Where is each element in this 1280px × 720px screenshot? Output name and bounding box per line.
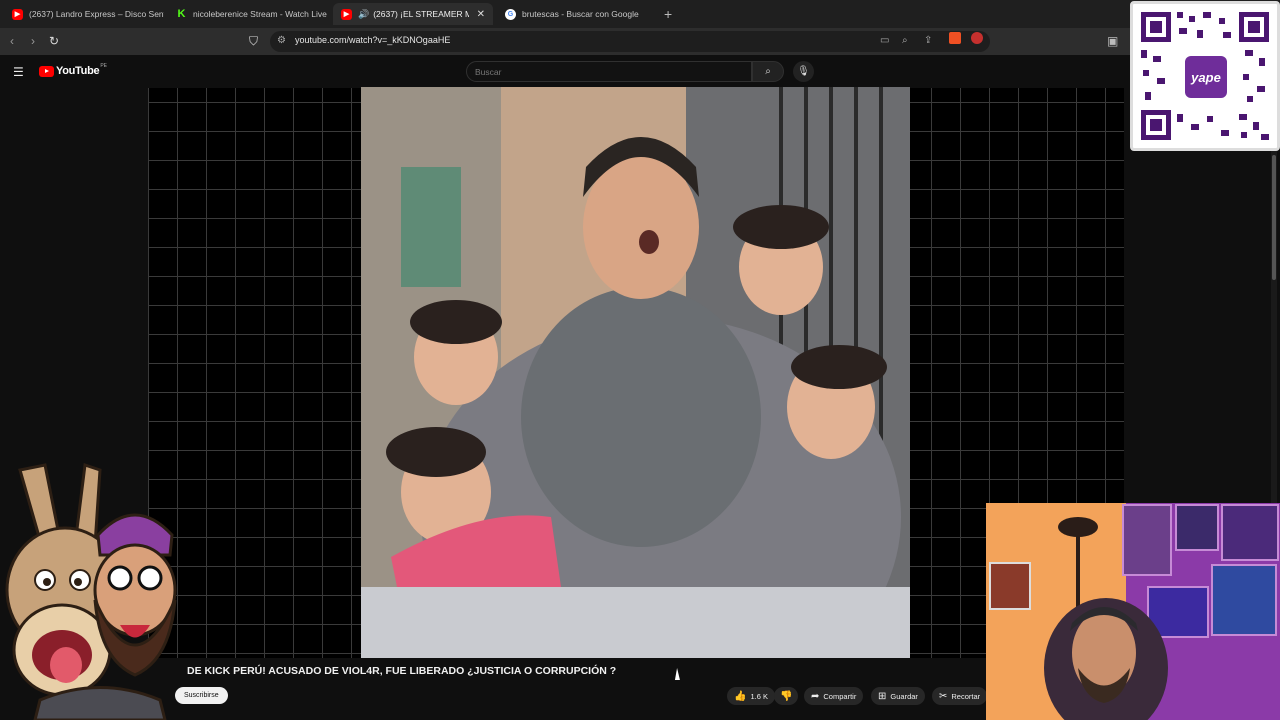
- tab-streamer-video[interactable]: ▶ 🔊 (2637) ¡EL STREAMER MÁS EN ✕: [333, 3, 493, 25]
- microphone-icon: 🎙: [797, 66, 810, 77]
- share-arrow-icon: ➦: [811, 690, 820, 702]
- search-placeholder: Buscar: [475, 67, 502, 77]
- close-tab-icon[interactable]: ✕: [477, 9, 485, 20]
- like-button[interactable]: 👍 1.6 K: [727, 687, 775, 705]
- tab-label: nicoleberenice Stream - Watch Live o: [193, 9, 328, 19]
- share-button[interactable]: ➦ Compartir: [804, 687, 864, 705]
- tab-google-search[interactable]: G brutescas - Buscar con Google: [497, 3, 657, 25]
- brave-shields-icon[interactable]: [949, 32, 961, 44]
- share-icon[interactable]: ⇪: [924, 35, 932, 46]
- search-input[interactable]: Buscar: [466, 61, 752, 82]
- share-label: Compartir: [823, 691, 857, 701]
- webcam-scene-image: [986, 503, 1280, 720]
- donkey-mascot-image: [5, 462, 177, 720]
- brave-rewards-icon[interactable]: [971, 32, 983, 44]
- country-code: PE: [100, 63, 107, 69]
- yape-logo: yape: [1185, 56, 1227, 98]
- tab-label: (2637) ¡EL STREAMER MÁS EN: [373, 9, 469, 19]
- url-text: youtube.com/watch?v=_kKDNOgaaHE: [295, 35, 451, 45]
- page-scrollbar-thumb[interactable]: [1272, 155, 1276, 280]
- youtube-icon: ▶: [341, 8, 352, 20]
- forward-icon[interactable]: ›: [31, 34, 35, 48]
- clip-label: Recortar: [951, 691, 981, 701]
- youtube-logo[interactable]: YouTube PE: [39, 63, 107, 77]
- search-button[interactable]: ⌕: [752, 61, 784, 82]
- video-scene-image: [361, 87, 910, 658]
- site-info-icon[interactable]: ⚙: [277, 35, 286, 46]
- logo-text: YouTube: [56, 65, 100, 77]
- tab-strip: ▶ (2637) Landro Express – Disco Sentir K…: [0, 0, 1280, 28]
- video-title: DE KICK PERÚ! ACUSADO DE VIOL4R, FUE LIB…: [187, 665, 617, 677]
- voice-search-button[interactable]: 🎙: [793, 61, 814, 82]
- address-bar: ‹ › ↻ ⛉ ⚙ youtube.com/watch?v=_kKDNOgaaH…: [0, 28, 1130, 55]
- clip-button[interactable]: ✂ Recortar: [932, 687, 988, 705]
- new-tab-button[interactable]: +: [664, 6, 672, 22]
- donkey-mascot: [0, 460, 190, 720]
- tab-label: (2637) Landro Express – Disco Sentir: [29, 9, 164, 19]
- tab-label: brutescas - Buscar con Google: [522, 9, 639, 19]
- url-field[interactable]: ⚙ youtube.com/watch?v=_kKDNOgaaHE ▭ ⌕ ⇪: [270, 31, 990, 52]
- speaker-icon: 🔊: [358, 8, 370, 19]
- cast-icon[interactable]: ▭: [880, 35, 889, 46]
- youtube-play-icon: [39, 65, 54, 77]
- save-label: Guardar: [890, 691, 918, 701]
- streamer-webcam: [986, 503, 1280, 720]
- menu-icon[interactable]: ☰: [13, 65, 24, 79]
- tab-landro-express[interactable]: ▶ (2637) Landro Express – Disco Sentir: [4, 3, 164, 25]
- tab-kick-stream[interactable]: K nicoleberenice Stream - Watch Live o: [168, 3, 328, 25]
- save-icon: ⊞: [878, 690, 887, 702]
- sidebar-icon[interactable]: ▣: [1107, 34, 1118, 48]
- google-icon: G: [505, 8, 516, 20]
- kick-icon: K: [177, 8, 186, 20]
- video-frame[interactable]: [361, 87, 910, 658]
- yape-qr-code: yape: [1130, 1, 1280, 151]
- save-button[interactable]: ⊞ Guardar: [871, 687, 925, 705]
- youtube-icon: ▶: [12, 8, 23, 20]
- dislike-button[interactable]: 👎: [774, 687, 799, 705]
- back-icon[interactable]: ‹: [10, 34, 14, 48]
- thumbs-up-icon: 👍: [734, 690, 747, 702]
- scissors-icon: ✂: [939, 690, 948, 702]
- like-count: 1.6 K: [750, 691, 768, 701]
- search-icon: ⌕: [765, 66, 771, 77]
- youtube-header: ☰ YouTube PE Buscar ⌕ 🎙: [0, 55, 1130, 88]
- zoom-icon[interactable]: ⌕: [902, 35, 908, 46]
- reload-icon[interactable]: ↻: [49, 34, 59, 48]
- mouse-cursor: [674, 668, 683, 680]
- bookmark-icon[interactable]: ⛉: [249, 34, 258, 49]
- thumbs-down-icon: 👎: [780, 690, 793, 702]
